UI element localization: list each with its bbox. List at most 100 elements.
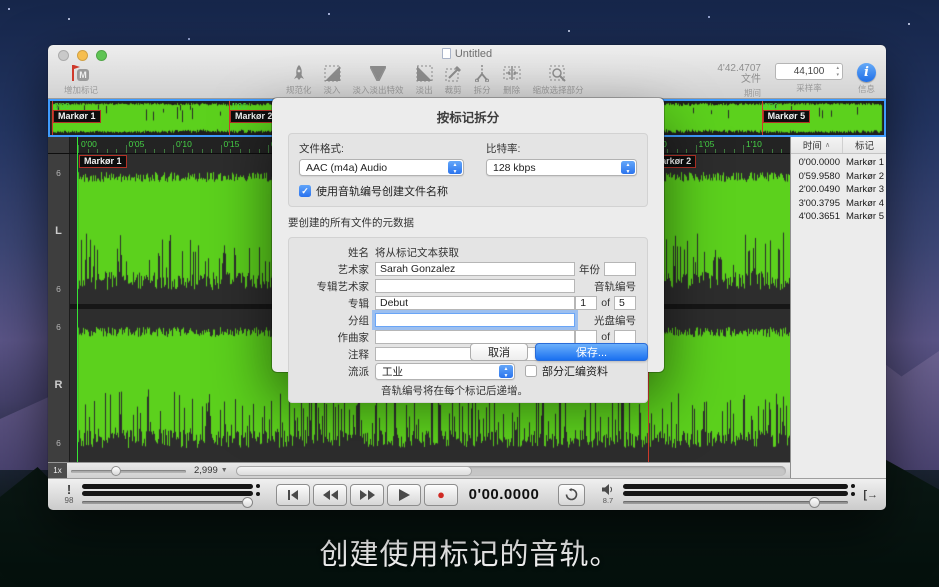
fade-in-button[interactable]: 淡入 [324,63,341,96]
fade-in-out-button[interactable]: 淡入淡出特效 [353,63,404,96]
ruler-time-label: 1'05 [699,139,715,149]
input-volume-thumb[interactable] [242,497,253,508]
select-arrows-icon: ▲▼ [621,161,635,174]
format-select[interactable]: AAC (m4a) Audio▲▼ [299,159,464,176]
unchecked-checkbox-icon[interactable]: ✓ [525,365,537,377]
titlebar[interactable]: Untitled [48,45,886,65]
editor-marker-tag[interactable]: Markør 1 [79,155,127,168]
name-label: 姓名 [299,245,375,260]
album-field[interactable] [375,296,575,310]
ruler-tick [696,145,697,153]
column-marker[interactable]: 标记 [843,137,886,153]
normalize-icon [291,63,307,83]
disc-number-label: 光盘编号 [594,313,636,328]
zoom-slider-thumb[interactable] [111,466,121,476]
duration-display: 4'42.4707 文件 期间 [717,63,761,99]
ruler-time-label: 0'05 [129,139,145,149]
zoom-slider[interactable] [71,463,186,479]
input-meter-right [82,491,253,496]
fade-in-icon [324,63,341,83]
composer-field[interactable] [375,330,575,344]
genre-select[interactable]: 工业▲▼ [375,363,515,380]
info-control: i 信息 [857,63,876,95]
overview-marker-tag[interactable]: Markør 2 [230,110,278,123]
sort-indicator-icon: ∧ [825,141,830,149]
grouping-field[interactable] [375,313,575,327]
marker-name: Markør 2 [843,171,886,182]
delete-button[interactable]: 删除 [503,63,521,96]
marker-row[interactable]: 2'00.0490Markør 3 [791,183,886,197]
record-button[interactable]: ● [424,484,458,506]
ruler-tick [772,149,773,153]
overview-marker-tag[interactable]: Markør 5 [763,110,811,123]
use-track-numbers-row[interactable]: ✓ 使用音轨编号创建文件名称 [299,183,464,199]
ruler-tick [202,149,203,153]
horizontal-scrollbar[interactable] [236,466,786,476]
ruler-tick [183,149,184,153]
marker-row[interactable]: 4'00.3651Markør 5 [791,210,886,224]
output-volume-slider[interactable] [623,498,848,507]
track-number-field[interactable] [575,296,597,310]
marker-time: 2'00.0490 [791,184,843,195]
ruler-tick [724,149,725,153]
chevron-down-icon[interactable]: ▼ [221,467,228,474]
ruler-tick [667,149,668,153]
record-icon: ● [437,487,445,502]
right-channel-label: R [55,379,63,391]
skip-start-button[interactable] [276,484,310,506]
left-channel-scale: 6 L 6 [48,154,69,308]
split-button[interactable]: 拆分 [474,63,491,96]
output-routing-icon[interactable]: [→ [863,489,878,501]
fade-out-button[interactable]: 淡出 [416,63,433,96]
output-meter-right [623,491,848,496]
zoom-selection-button[interactable]: 缩放选择部分 [533,63,584,96]
markers-list: 0'00.0000Markør 10'59.9580Markør 22'00.0… [791,154,886,478]
ruler-tick [107,149,108,153]
disc-number-field[interactable] [575,330,597,344]
info-icon[interactable]: i [857,63,876,82]
year-field[interactable] [604,262,636,276]
duration-value: 4'42.4707 [717,63,761,74]
sample-rate-stepper[interactable]: 44,100▴▾ [775,63,843,80]
track-total-field[interactable] [614,296,636,310]
column-time[interactable]: 时间∧ [791,137,843,153]
wallpaper-stars [8,8,10,10]
time-display: 0'00.0000 [458,486,550,503]
compilation-row[interactable]: ✓ 部分汇编资料 [525,363,608,379]
album-artist-field[interactable] [375,279,575,293]
marker-row[interactable]: 3'00.3795Markør 4 [791,197,886,211]
input-volume-slider[interactable] [82,498,253,507]
bitrate-select[interactable]: 128 kbps▲▼ [486,159,637,176]
marker-row[interactable]: 0'59.9580Markør 2 [791,170,886,184]
track-number-label: 音轨编号 [594,279,636,294]
marker-time: 0'59.9580 [791,171,843,182]
rewind-button[interactable] [313,484,347,506]
scrollbar-thumb[interactable] [236,466,473,476]
fast-forward-button[interactable] [350,484,384,506]
marker-row[interactable]: 0'00.0000Markør 1 [791,156,886,170]
overview-marker-tag[interactable]: Markør 1 [53,110,101,123]
normalize-button[interactable]: 规范化 [286,63,312,96]
loop-button[interactable] [558,484,585,506]
add-marker-button[interactable]: M 增加标记 [64,63,98,96]
zoom-factor-badge: 1x [48,463,67,479]
ruler-tick [230,149,231,153]
ruler-tick [211,149,212,153]
ruler-tick [249,149,250,153]
ruler-tick [715,149,716,153]
cancel-button[interactable]: 取消 [470,343,528,361]
markers-header: 时间∧ 标记 [791,137,886,154]
play-button[interactable] [387,484,421,506]
split-icon [474,63,490,83]
disc-total-field[interactable] [614,330,636,344]
speaker-icon [602,484,614,495]
svg-text:M: M [79,70,87,80]
name-value: 将从标记文本获取 [375,245,459,260]
output-volume-thumb[interactable] [809,497,820,508]
playhead[interactable] [77,137,78,462]
crop-button[interactable]: 裁剪 [445,63,462,96]
save-button[interactable]: 保存... [535,343,648,361]
checked-checkbox-icon[interactable]: ✓ [299,185,311,197]
sample-rate-control: 44,100▴▾ 采样率 [775,63,843,94]
artist-field[interactable] [375,262,575,276]
